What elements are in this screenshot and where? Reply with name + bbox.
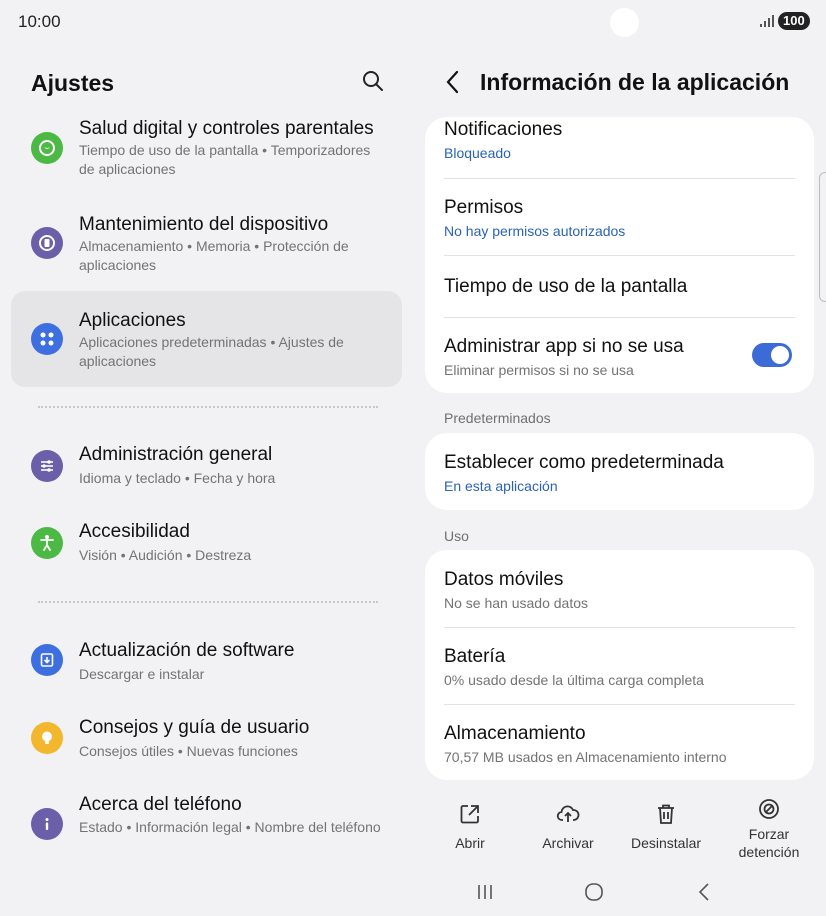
section-divider: [38, 601, 378, 603]
row-title: Notificaciones: [444, 119, 563, 140]
row-title: Permisos: [444, 197, 524, 218]
app-info-pane: Información de la aplicación Notificacio…: [413, 44, 826, 916]
settings-item-about-phone[interactable]: Acerca del teléfono Estado • Información…: [11, 792, 402, 862]
row-title: Administrar app si no se usa: [444, 336, 684, 357]
row-subtitle: Eliminar permisos si no se usa: [444, 362, 634, 378]
force-stop-line-2: detención: [738, 844, 800, 860]
defaults-section-label: Predeterminados: [444, 410, 551, 426]
action-label: Forzar detención: [724, 825, 814, 861]
row-divider: [444, 704, 795, 705]
defaults-card: Establecer como predeterminada En esta a…: [425, 433, 814, 510]
info-icon: [31, 808, 63, 840]
row-subtitle: No se han usado datos: [444, 595, 588, 611]
settings-item-title: Salud digital y controles parentales: [79, 118, 374, 139]
section-divider: [38, 406, 378, 408]
row-divider: [444, 627, 795, 628]
settings-item-accessibility[interactable]: Accesibilidad Visión • Audición • Destre…: [11, 521, 402, 565]
settings-item-title: Mantenimiento del dispositivo: [79, 214, 329, 235]
search-icon[interactable]: [362, 70, 384, 92]
navigation-bar: [413, 872, 826, 916]
screen-time-row[interactable]: Tiempo de uso de la pantalla: [444, 276, 795, 298]
settings-item-title: Aplicaciones: [79, 310, 186, 331]
app-info-title: Información de la aplicación: [480, 69, 790, 95]
archive-button[interactable]: Archivar: [523, 802, 613, 852]
settings-item-title: Actualización de software: [79, 640, 295, 661]
settings-item-subtitle: Aplicaciones predeterminadas • Ajustes d…: [79, 334, 344, 369]
status-bar: 10:00 100: [0, 0, 826, 44]
settings-item-digital-wellbeing[interactable]: Salud digital y controles parentales Tie…: [11, 114, 402, 194]
accessibility-icon: [31, 527, 63, 559]
back-icon[interactable]: [445, 70, 459, 94]
settings-item-device-care[interactable]: Mantenimiento del dispositivo Almacenami…: [11, 210, 402, 290]
row-value: No hay permisos autorizados: [444, 223, 626, 239]
manage-unused-toggle[interactable]: [752, 343, 792, 367]
apps-icon: [31, 323, 63, 355]
cloud-upload-icon: [556, 805, 580, 822]
app-settings-card: Notificaciones Bloqueado Permisos No hay…: [425, 117, 814, 393]
row-title: Datos móviles: [444, 569, 564, 590]
recent-apps-icon[interactable]: [473, 880, 497, 904]
set-default-row[interactable]: Establecer como predeterminada En esta a…: [444, 452, 795, 494]
settings-item-general-management[interactable]: Administración general Idioma y teclado …: [11, 444, 402, 488]
notifications-row[interactable]: Notificaciones Bloqueado: [444, 119, 795, 161]
row-divider: [444, 255, 795, 256]
settings-item-apps[interactable]: Aplicaciones Aplicaciones predeterminada…: [11, 291, 402, 387]
force-stop-line-1: Forzar: [748, 826, 790, 842]
row-value: En esta aplicación: [444, 478, 558, 494]
settings-item-title: Administración general: [79, 444, 273, 465]
settings-item-subtitle: Idioma y teclado • Fecha y hora: [79, 470, 276, 486]
software-update-icon: [31, 644, 63, 676]
settings-item-title: Consejos y guía de usuario: [79, 717, 310, 738]
open-button[interactable]: Abrir: [425, 802, 515, 852]
settings-item-subtitle: Consejos útiles • Nuevas funciones: [79, 743, 298, 759]
force-stop-button[interactable]: Forzar detención: [724, 797, 814, 861]
bulb-icon: [31, 722, 63, 754]
camera-cutout: [610, 8, 639, 37]
back-nav-icon[interactable]: [693, 880, 717, 904]
status-time: 10:00: [18, 12, 61, 31]
settings-item-subtitle: Tiempo de uso de la pantalla • Temporiza…: [79, 142, 371, 177]
action-label: Abrir: [455, 835, 485, 851]
digital-wellbeing-icon: [31, 132, 63, 164]
row-title: Batería: [444, 646, 506, 667]
row-subtitle: 70,57 MB usados en Almacenamiento intern…: [444, 749, 727, 765]
mobile-data-row[interactable]: Datos móviles No se han usado datos: [444, 569, 795, 611]
device-care-icon: [31, 227, 63, 259]
sliders-icon: [31, 450, 63, 482]
settings-item-title: Accesibilidad: [79, 521, 190, 542]
action-label: Desinstalar: [630, 835, 702, 851]
uninstall-button[interactable]: Desinstalar: [621, 802, 711, 852]
row-title: Establecer como predeterminada: [444, 452, 724, 473]
action-label: Archivar: [542, 835, 594, 851]
signal-icon: [760, 15, 774, 27]
usage-card: Datos móviles No se han usado datos Bate…: [425, 550, 814, 780]
settings-item-subtitle: Almacenamiento • Memoria • Protección de…: [79, 238, 349, 273]
settings-title: Ajustes: [31, 70, 115, 96]
row-subtitle: 0% usado desde la última carga completa: [444, 672, 704, 688]
settings-item-subtitle: Descargar e instalar: [79, 666, 205, 682]
row-divider: [444, 178, 795, 179]
settings-item-subtitle: Estado • Información legal • Nombre del …: [79, 819, 381, 835]
manage-unused-row[interactable]: Administrar app si no se usa Eliminar pe…: [444, 336, 795, 378]
trash-icon: [658, 804, 674, 824]
row-title: Tiempo de uso de la pantalla: [444, 276, 688, 297]
settings-item-software-update[interactable]: Actualización de software Descargar e in…: [11, 638, 402, 682]
usage-section-label: Uso: [444, 528, 469, 544]
row-divider: [444, 317, 795, 318]
battery-row[interactable]: Batería 0% usado desde la última carga c…: [444, 646, 795, 688]
force-stop-icon: [759, 799, 779, 819]
toggle-knob: [771, 346, 789, 364]
side-panel-handle[interactable]: [819, 172, 826, 302]
home-icon[interactable]: [582, 880, 606, 904]
row-title: Almacenamiento: [444, 723, 586, 744]
storage-row[interactable]: Almacenamiento 70,57 MB usados en Almace…: [444, 723, 795, 765]
settings-item-subtitle: Visión • Audición • Destreza: [79, 547, 252, 563]
row-value: Bloqueado: [444, 145, 511, 161]
battery-badge: 100: [778, 12, 810, 30]
permissions-row[interactable]: Permisos No hay permisos autorizados: [444, 197, 795, 239]
settings-item-title: Acerca del teléfono: [79, 794, 242, 815]
settings-pane: Ajustes Salud digital y controles parent…: [0, 44, 413, 874]
open-external-icon: [460, 805, 479, 824]
settings-item-tips[interactable]: Consejos y guía de usuario Consejos útil…: [11, 716, 402, 760]
